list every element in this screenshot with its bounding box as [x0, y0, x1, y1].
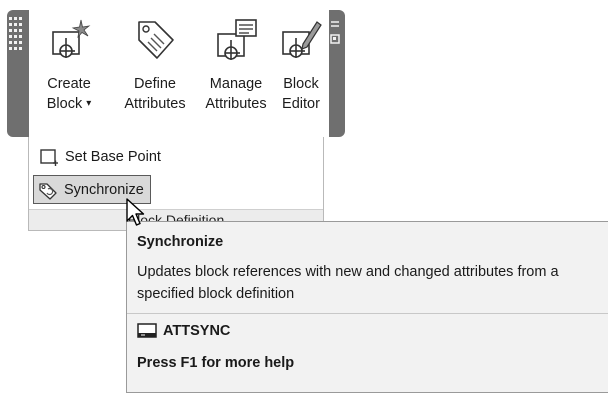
- ribbon-panel-frame: Create Block ▾ Define Attributes Manage …: [7, 10, 345, 137]
- synchronize-label: Synchronize: [64, 181, 144, 198]
- tooltip-title: Synchronize: [137, 234, 224, 250]
- set-base-point-icon: [40, 149, 58, 166]
- define-attributes-label-2: Attributes: [124, 96, 186, 112]
- ribbon-buttons-area: Create Block ▾ Define Attributes Manage …: [29, 10, 329, 137]
- block-editor-label-1: Block: [283, 76, 319, 92]
- tooltip-command: ATTSYNC: [137, 322, 230, 340]
- tooltip-help: Press F1 for more help: [137, 355, 295, 371]
- set-base-point-button[interactable]: Set Base Point: [39, 145, 161, 169]
- manage-attributes-label-2: Attributes: [205, 96, 267, 112]
- tooltip-description-line-2: specified block definition: [137, 286, 295, 302]
- command-line-icon: [137, 323, 157, 338]
- tooltip-description: Updates block references with new and ch…: [137, 261, 608, 305]
- block-editor-label-2: Editor: [282, 96, 320, 112]
- tooltip-command-name: ATTSYNC: [163, 323, 231, 339]
- tooltip-description-line-1: Updates block references with new and ch…: [137, 264, 559, 280]
- block-editor-button[interactable]: Block Editor: [275, 16, 327, 121]
- manage-attributes-label-1: Manage: [209, 76, 263, 92]
- block-definition-panel: Set Base Point Synchronize Block Definit…: [28, 137, 324, 231]
- block-editor-icon: [282, 21, 322, 58]
- synchronize-icon: [39, 182, 57, 200]
- manage-attributes-icon: [217, 19, 257, 60]
- create-block-label-2: Block: [46, 96, 83, 112]
- panel-options-icon[interactable]: [328, 18, 342, 58]
- tooltip-divider: [127, 313, 608, 314]
- synchronize-tooltip: Synchronize Updates block references wit…: [126, 221, 608, 393]
- manage-attributes-button[interactable]: Manage Attributes: [197, 16, 275, 121]
- panel-grip-icon[interactable]: [9, 17, 25, 59]
- chevron-down-icon[interactable]: ▾: [86, 98, 91, 109]
- set-base-point-label: Set Base Point: [65, 149, 161, 165]
- mouse-pointer-icon: [126, 198, 145, 226]
- create-block-icon: [52, 19, 91, 58]
- create-block-label-1: Create: [47, 76, 91, 92]
- define-attributes-label-1: Define: [134, 76, 176, 92]
- define-attributes-button[interactable]: Define Attributes: [115, 16, 195, 121]
- create-block-button[interactable]: Create Block ▾: [37, 16, 101, 121]
- define-attributes-icon: [138, 21, 174, 59]
